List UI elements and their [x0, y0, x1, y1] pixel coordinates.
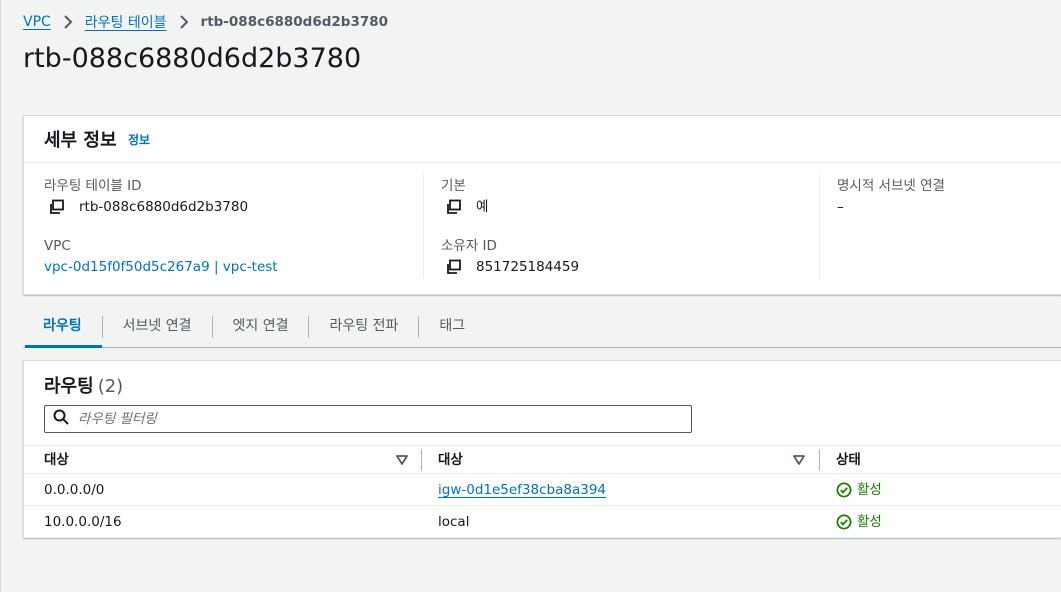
- details-column-3: 명시적 서브넷 연결 –: [837, 176, 945, 218]
- owner-id-label: 소유자 ID: [441, 238, 497, 254]
- vpc-link[interactable]: vpc-0d15f0f50d5c267a9 | vpc-test: [44, 256, 278, 278]
- routes-count: (2): [97, 376, 124, 397]
- route-table-id-value: rtb-088c6880d6d2b3780: [79, 199, 249, 215]
- tab-bar: 라우팅 서브넷 연결 엣지 연결 라우팅 전파 태그: [23, 314, 1061, 348]
- route-status-label: 활성: [857, 514, 882, 530]
- breadcrumb-current: rtb-088c6880d6d2b3780: [200, 14, 389, 30]
- column-header-destination[interactable]: 대상: [44, 446, 69, 474]
- table-header: 대상 대상 상태: [24, 445, 1061, 474]
- details-column-2: 기본 예 소유자 ID 851725184459: [441, 176, 579, 278]
- info-link[interactable]: 정보: [128, 131, 150, 148]
- vpc-label: VPC: [44, 238, 71, 254]
- column-divider: [819, 449, 820, 471]
- route-status: 활성: [836, 474, 882, 506]
- explicit-subnet-label: 명시적 서브넷 연결: [837, 178, 945, 194]
- chevron-right-icon: [179, 15, 189, 29]
- owner-id-value: 851725184459: [476, 259, 580, 275]
- route-target: local: [438, 514, 470, 530]
- route-target-link[interactable]: igw-0d1e5ef38cba8a394: [438, 482, 606, 498]
- check-circle-icon: [836, 514, 857, 530]
- tab-route-propagation[interactable]: 라우팅 전파: [309, 314, 418, 347]
- search-icon: [53, 409, 78, 429]
- sort-down-icon[interactable]: [791, 452, 807, 468]
- routes-heading: 라우팅 (2): [44, 372, 123, 398]
- copy-icon[interactable]: [48, 199, 65, 215]
- details-panel: 세부 정보 정보 라우팅 테이블 ID rtb-088c6880d6d2b378…: [23, 115, 1061, 295]
- main-label: 기본: [441, 178, 466, 194]
- column-divider: [423, 174, 424, 278]
- copy-icon[interactable]: [445, 259, 462, 275]
- column-header-status[interactable]: 상태: [836, 446, 861, 474]
- breadcrumb: VPC 라우팅 테이블 rtb-088c6880d6d2b3780: [23, 12, 388, 32]
- copy-icon[interactable]: [445, 199, 462, 215]
- left-border: [0, 0, 1, 592]
- sort-down-icon[interactable]: [394, 452, 410, 468]
- main-value: 예: [476, 199, 489, 215]
- table-row: 10.0.0.0/16 local 활성: [24, 506, 1061, 538]
- explicit-subnet-value: –: [837, 199, 844, 215]
- route-destination: 0.0.0.0/0: [44, 482, 105, 498]
- column-divider: [421, 449, 422, 471]
- page-title: rtb-088c6880d6d2b3780: [23, 43, 362, 74]
- tab-subnet-associations[interactable]: 서브넷 연결: [103, 314, 212, 347]
- breadcrumb-vpc-link[interactable]: VPC: [23, 14, 51, 30]
- column-divider: [819, 174, 820, 278]
- tab-edge-associations[interactable]: 엣지 연결: [213, 314, 309, 347]
- tab-tags[interactable]: 태그: [419, 314, 485, 347]
- search-input[interactable]: [78, 411, 668, 427]
- check-circle-icon: [836, 482, 857, 498]
- route-destination: 10.0.0.0/16: [44, 514, 122, 530]
- route-filter-search[interactable]: [44, 405, 692, 433]
- breadcrumb-route-tables-link[interactable]: 라우팅 테이블: [85, 12, 167, 32]
- route-table-id-label: 라우팅 테이블 ID: [44, 178, 142, 194]
- route-status: 활성: [836, 506, 882, 538]
- details-header: 세부 정보 정보: [24, 116, 1061, 163]
- routes-table: 대상 대상 상태 0.0.0.0/0 igw-0d1e5ef38cba8a394…: [24, 445, 1061, 538]
- tab-routes[interactable]: 라우팅: [23, 314, 102, 348]
- chevron-right-icon: [63, 15, 73, 29]
- routes-title: 라우팅: [44, 376, 94, 397]
- table-row: 0.0.0.0/0 igw-0d1e5ef38cba8a394 활성: [24, 474, 1061, 506]
- routes-panel: 라우팅(2) 대상 대상 상태 0.0.0.0/0 igw-0d1e5ef38c…: [23, 360, 1061, 538]
- details-column-1: 라우팅 테이블 ID rtb-088c6880d6d2b3780 VPC vpc…: [44, 176, 278, 278]
- column-header-target[interactable]: 대상: [438, 446, 463, 474]
- route-status-label: 활성: [857, 482, 882, 498]
- details-title: 세부 정보: [44, 130, 117, 151]
